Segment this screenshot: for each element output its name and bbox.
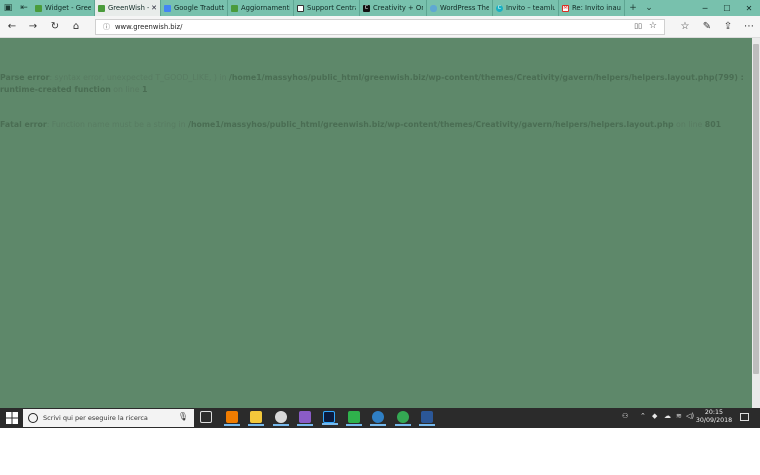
- line-number: 1: [141, 85, 148, 94]
- teamlun-icon: C: [496, 4, 503, 12]
- chrome-icon[interactable]: [395, 411, 411, 426]
- onenote-icon[interactable]: [297, 411, 313, 426]
- tab-greenwish[interactable]: GreenWish – ✕: [95, 0, 161, 16]
- taskbar-search-box[interactable]: Scrivi qui per eseguire la ricerca 🎙: [23, 409, 194, 427]
- network-icon[interactable]: ≋: [676, 412, 682, 420]
- taskbar: Scrivi qui per eseguire la ricerca 🎙 ⚇ ⌃…: [0, 408, 760, 428]
- tab-title: WordPress Then: [440, 4, 489, 12]
- line-text: on line: [110, 85, 142, 94]
- tab-title: Aggiornamenti c: [241, 4, 290, 12]
- tab-re-invite[interactable]: M Re: Invito inaugu: [559, 0, 625, 16]
- scrollbar-thumb[interactable]: [753, 44, 759, 374]
- line-text: on line: [673, 120, 705, 129]
- dropbox-icon[interactable]: ◆: [652, 412, 657, 420]
- tab-updates[interactable]: Aggiornamenti c: [228, 0, 294, 16]
- error-path: /home1/massyhos/public_html/greenwish.bi…: [188, 120, 674, 129]
- windows-start-icon[interactable]: [6, 412, 18, 424]
- system-clock[interactable]: 20:15 30/09/2018: [692, 409, 736, 425]
- error-label: Fatal error: [0, 120, 47, 129]
- home-icon[interactable]: ⌂: [68, 19, 84, 35]
- forward-icon[interactable]: →: [25, 19, 41, 35]
- action-center-icon[interactable]: [740, 413, 749, 421]
- error-label: Parse error: [0, 73, 50, 82]
- page-icon: [297, 4, 304, 12]
- line-number: 801: [704, 120, 722, 129]
- tab-wordpress-themes[interactable]: WordPress Then: [427, 0, 493, 16]
- illustrator-icon[interactable]: [224, 411, 240, 426]
- tab-google-translate[interactable]: Google Tradutto: [161, 0, 228, 16]
- tab-invite-teamlun[interactable]: C Invito – teamlun: [493, 0, 559, 16]
- refresh-icon[interactable]: ↻: [47, 19, 63, 35]
- cloud-icon: [430, 4, 437, 12]
- google-translate-icon: [164, 4, 171, 12]
- gmail-icon: M: [562, 4, 569, 12]
- close-tab-icon[interactable]: ✕: [151, 4, 157, 12]
- tab-title: Creativity + One: [373, 4, 423, 12]
- tab-title: GreenWish –: [108, 4, 150, 12]
- photoshop-icon[interactable]: [322, 411, 338, 425]
- onedrive-icon[interactable]: ☁: [664, 412, 671, 420]
- show-hidden-icons[interactable]: ⌃: [640, 412, 646, 420]
- tab-title: Google Tradutto: [174, 4, 224, 12]
- greenwish-favicon-icon: [98, 4, 105, 12]
- favorite-star-icon[interactable]: ☆: [649, 21, 657, 31]
- set-aside-tabs-icon[interactable]: ⇤: [16, 0, 32, 16]
- page-content: Parse error: syntax error, unexpected T_…: [0, 38, 752, 408]
- new-tab-icon[interactable]: +: [625, 0, 641, 16]
- green-app-icon[interactable]: [346, 411, 362, 426]
- fatal-error-message: Fatal error: Function name must be a str…: [0, 119, 750, 131]
- file-explorer-icon[interactable]: [248, 411, 264, 426]
- error-text: : Function name must be a string in: [46, 120, 189, 129]
- edge-icon[interactable]: [370, 411, 386, 426]
- cortana-icon[interactable]: [28, 413, 38, 423]
- search-placeholder: Scrivi qui per eseguire la ricerca: [43, 414, 148, 422]
- tab-title: Support Central: [307, 4, 356, 12]
- tab-widget[interactable]: Widget - GreenV: [32, 0, 95, 16]
- web-note-icon[interactable]: ✎: [699, 19, 715, 35]
- tab-title: Widget - GreenV: [45, 4, 91, 12]
- tab-title: Re: Invito inaugu: [572, 4, 621, 12]
- vertical-scrollbar[interactable]: [752, 38, 760, 408]
- tab-manager-icon[interactable]: ▣: [0, 0, 16, 16]
- word-icon[interactable]: [419, 411, 435, 426]
- back-icon[interactable]: ←: [4, 19, 20, 35]
- tab-strip: ▣ ⇤ Widget - GreenV GreenWish – ✕ Google…: [0, 0, 760, 16]
- clock-date: 30/09/2018: [695, 417, 733, 424]
- share-icon[interactable]: ⇪: [720, 19, 736, 35]
- tab-support-central[interactable]: Support Central: [294, 0, 360, 16]
- clock-time: 20:15: [704, 409, 724, 416]
- address-bar[interactable]: ⓘ www.greenwish.biz/ ▯▯ ☆: [95, 19, 665, 35]
- microphone-icon[interactable]: 🎙: [178, 412, 188, 421]
- tab-preview-chevron-icon[interactable]: ⌄: [641, 0, 657, 16]
- greenwish-favicon-icon: [35, 4, 42, 12]
- task-view-icon[interactable]: [200, 411, 212, 423]
- parse-error-message: Parse error: syntax error, unexpected T_…: [0, 72, 750, 96]
- close-window-icon[interactable]: ✕: [738, 4, 760, 13]
- creativity-icon: C: [363, 4, 370, 12]
- greenwish-favicon-icon: [231, 4, 238, 12]
- tab-title: Invito – teamlun: [506, 4, 555, 12]
- favorites-hub-icon[interactable]: ☆: [677, 19, 693, 35]
- maximize-icon[interactable]: ☐: [716, 4, 738, 13]
- minimize-icon[interactable]: ─: [694, 4, 716, 13]
- address-toolbar: ← → ↻ ⌂ ⓘ www.greenwish.biz/ ▯▯ ☆ ☆ ✎ ⇪ …: [0, 16, 760, 38]
- tab-creativity[interactable]: C Creativity + One: [360, 0, 427, 16]
- app-icon[interactable]: [273, 411, 289, 426]
- more-icon[interactable]: ⋯: [741, 19, 757, 35]
- info-icon[interactable]: ⓘ: [103, 22, 110, 32]
- url-text[interactable]: www.greenwish.biz/: [115, 23, 182, 31]
- error-text: : syntax error, unexpected T_GOOD_LIKE, …: [49, 73, 230, 82]
- people-icon[interactable]: ⚇: [622, 412, 628, 420]
- reading-view-icon[interactable]: ▯▯: [634, 22, 642, 30]
